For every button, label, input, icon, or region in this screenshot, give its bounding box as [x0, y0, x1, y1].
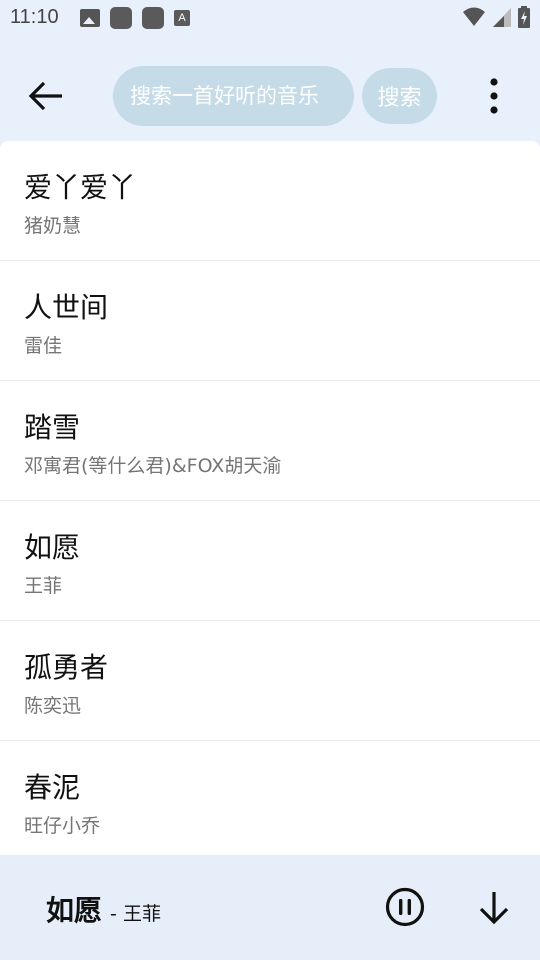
song-title: 孤勇者 [24, 651, 109, 684]
list-item[interactable]: 人世间 雷佳 [0, 261, 540, 381]
pause-button[interactable] [384, 886, 426, 928]
system-icons [462, 6, 530, 28]
search-field[interactable] [113, 66, 354, 126]
more-options-button[interactable] [478, 74, 510, 118]
list-item[interactable]: 如愿 王菲 [0, 501, 540, 621]
list-item[interactable]: 孤勇者 陈奕迅 [0, 621, 540, 741]
app-square-icon [110, 7, 132, 29]
now-playing-title: 如愿 [46, 894, 103, 927]
notification-icons: A [80, 7, 190, 29]
now-playing-bar[interactable]: 如愿 - 王菲 [0, 855, 540, 960]
song-artist: 猪奶慧 [24, 215, 82, 237]
song-artist: 旺仔小乔 [24, 815, 101, 837]
status-bar: 11:10 A [0, 0, 540, 36]
download-button[interactable] [474, 888, 514, 928]
wifi-icon [463, 7, 485, 26]
song-artist: 雷佳 [24, 335, 63, 357]
search-button[interactable]: 搜索 [362, 68, 437, 124]
song-title: 如愿 [24, 531, 81, 564]
list-item[interactable]: 春泥 旺仔小乔 [0, 741, 540, 855]
image-icon [80, 9, 100, 27]
list-item[interactable]: 爱丫爱丫 猪奶慧 [0, 141, 540, 261]
now-playing-artist: 王菲 [122, 903, 161, 925]
song-title: 春泥 [24, 771, 81, 804]
song-title: 爱丫爱丫 [24, 171, 137, 204]
arrow-left-icon [28, 81, 62, 111]
a-font-icon: A [174, 10, 190, 26]
back-button[interactable] [22, 76, 70, 116]
pause-circle-icon [385, 887, 425, 927]
song-title: 踏雪 [24, 411, 81, 444]
app-bar: 搜索 [0, 36, 540, 140]
now-playing-info: 如愿 - 王菲 [46, 889, 161, 929]
song-artist: 邓寓君(等什么君)&FOX胡天渝 [24, 455, 282, 477]
now-playing-separator: - [104, 903, 123, 925]
song-artist: 王菲 [24, 575, 63, 597]
status-time: 11:10 [10, 6, 59, 28]
download-arrow-icon [479, 892, 509, 925]
song-title: 人世间 [24, 291, 109, 324]
battery-charging-icon [518, 6, 530, 28]
search-input[interactable] [128, 83, 354, 109]
cellular-signal-icon [493, 8, 511, 27]
song-artist: 陈奕迅 [24, 695, 82, 717]
more-vert-icon [490, 78, 498, 114]
app-square-icon [142, 7, 164, 29]
list-item[interactable]: 踏雪 邓寓君(等什么君)&FOX胡天渝 [0, 381, 540, 501]
song-list: 爱丫爱丫 猪奶慧 人世间 雷佳 踏雪 邓寓君(等什么君)&FOX胡天渝 如愿 王… [0, 141, 540, 855]
